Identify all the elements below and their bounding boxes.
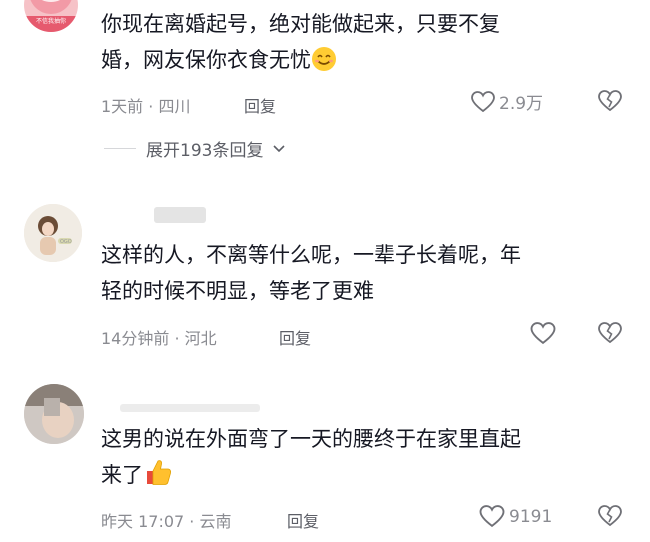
avatar-image: [24, 0, 78, 32]
username-blurred: [154, 207, 206, 223]
avatar-caption: 不信我抽你: [35, 18, 66, 25]
heart-icon: [479, 505, 505, 528]
comment-line: 这男的说在外面弯了一天的腰终于在家里直起: [101, 427, 521, 451]
smiling-face-emoji: [311, 46, 337, 83]
comment-time-location: 昨天 17:07 · 云南: [101, 512, 232, 531]
chevron-down-icon: [273, 144, 286, 152]
dislike-button[interactable]: [597, 322, 623, 348]
comment-line-2: 婚，网友保你衣食无忧: [101, 42, 621, 83]
username-blurred: [120, 404, 260, 412]
broken-heart-icon: [598, 322, 622, 344]
avatar-image: OGO: [24, 204, 82, 262]
like-button[interactable]: 9191: [479, 505, 552, 528]
like-button[interactable]: 2.9万: [471, 89, 543, 114]
broken-heart-icon: [598, 505, 622, 527]
heart-icon: [530, 322, 556, 345]
comment-text: 你现在离婚起号，绝对能做起来，只要不复 婚，网友保你衣食无忧: [101, 6, 621, 83]
like-button[interactable]: [530, 322, 556, 345]
divider-line: [104, 148, 136, 149]
avatar[interactable]: 不信我抽你: [24, 0, 78, 32]
reply-button[interactable]: 回复: [287, 508, 319, 532]
comment-line-2: 来了: [101, 457, 621, 498]
svg-text:OGO: OGO: [60, 239, 72, 245]
like-count: 9191: [509, 506, 553, 527]
expand-replies-label: 展开193条回复: [146, 141, 264, 161]
like-count: 2.9万: [499, 94, 544, 114]
comment-text: 这样的人，不离等什么呢，一辈子长着呢，年 轻的时候不明显，等老了更难: [101, 237, 621, 309]
expand-replies-button[interactable]: 展开193条回复: [104, 136, 286, 161]
thumbs-up-emoji: [143, 457, 173, 498]
comment-line-2: 轻的时候不明显，等老了更难: [101, 279, 374, 303]
comment-time-location: 14分钟前 · 河北: [101, 329, 217, 348]
avatar-image: [24, 384, 84, 444]
reply-button[interactable]: 回复: [244, 93, 276, 117]
comment-text: 这男的说在外面弯了一天的腰终于在家里直起 来了: [101, 421, 621, 498]
broken-heart-icon: [598, 90, 622, 112]
comment-line: 这样的人，不离等什么呢，一辈子长着呢，年: [101, 243, 521, 267]
avatar[interactable]: OGO: [24, 204, 82, 262]
comment-line: 你现在离婚起号，绝对能做起来，只要不复: [101, 12, 500, 36]
heart-icon: [471, 90, 495, 112]
avatar[interactable]: [24, 384, 84, 444]
dislike-button[interactable]: [597, 90, 623, 116]
reply-button[interactable]: 回复: [279, 325, 311, 349]
dislike-button[interactable]: [597, 505, 623, 531]
comment-time-location: 1天前 · 四川: [101, 97, 191, 116]
